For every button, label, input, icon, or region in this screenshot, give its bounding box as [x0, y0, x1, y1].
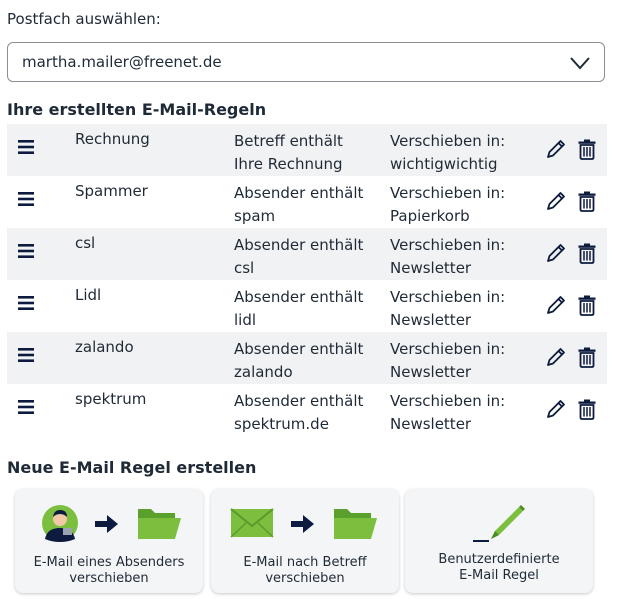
rule-condition-type: Absender enthält [234, 184, 364, 202]
pencil-icon[interactable] [545, 398, 567, 420]
rule-name: spektrum [75, 390, 147, 408]
drag-handle-icon[interactable] [17, 346, 35, 364]
rule-condition-value: Ihre Rechnung [234, 155, 343, 173]
rule-action: Verschieben in: wichtigwichtig [390, 130, 505, 176]
card-label-line: verschieben [265, 571, 345, 586]
rule-condition-value: spam [234, 207, 276, 225]
rule-action: Verschieben in: Papierkorb [390, 182, 505, 228]
arrow-right-icon [95, 515, 118, 533]
drag-handle-icon[interactable] [17, 138, 35, 156]
rule-row: Rechnung Betreff enthält Ihre Rechnung Ve… [7, 124, 607, 176]
custom-rule-card[interactable]: Benutzerdefinierte E-Mail Regel [405, 489, 593, 593]
rule-condition: Betreff enthält Ihre Rechnung [234, 130, 343, 176]
rule-action-target: Newsletter [390, 363, 472, 381]
mail-to-folder-illustration [230, 508, 377, 539]
pen-icon [473, 505, 525, 542]
rule-row: csl Absender enthält csl Verschieben in: N… [7, 228, 607, 280]
rules-section-title: Ihre erstellten E-Mail-Regeln [7, 100, 267, 119]
rule-action-target: Papierkorb [390, 207, 470, 225]
rule-row: zalando Absender enthält zalando Verschie… [7, 332, 607, 384]
trash-icon[interactable] [576, 242, 598, 264]
rule-condition-type: Absender enthält [234, 236, 364, 254]
rule-condition-value: spektrum.de [234, 415, 329, 433]
pencil-icon[interactable] [545, 242, 567, 264]
rules-list: Rechnung Betreff enthält Ihre Rechnung Ve… [7, 124, 607, 436]
card-label-line: E-Mail eines Absenders [33, 555, 185, 570]
rule-condition-value: zalando [234, 363, 293, 381]
rule-condition-value: csl [234, 259, 255, 277]
drag-handle-icon[interactable] [17, 190, 35, 208]
trash-icon[interactable] [576, 190, 598, 212]
mailbox-label: Postfach auswählen: [7, 10, 161, 28]
card-label: E-Mail eines Absenders verschieben [15, 555, 203, 587]
envelope-icon [230, 508, 274, 538]
card-label: E-Mail nach Betreff verschieben [211, 555, 399, 587]
pencil-icon[interactable] [545, 346, 567, 368]
trash-icon[interactable] [576, 138, 598, 160]
rule-action: Verschieben in: Newsletter [390, 390, 505, 436]
rule-action-type: Verschieben in: [390, 392, 506, 410]
rule-action-target: Newsletter [390, 311, 472, 329]
chevron-down-icon [570, 57, 590, 70]
trash-icon[interactable] [576, 398, 598, 420]
rule-condition-type: Absender enthält [234, 392, 364, 410]
pencil-icon[interactable] [545, 190, 567, 212]
folder-icon [138, 509, 181, 539]
new-rule-cards: E-Mail eines Absenders verschieben E-Mai… [15, 489, 595, 594]
rule-action-type: Verschieben in: [390, 132, 506, 150]
rule-name: Rechnung [75, 130, 150, 148]
drag-handle-icon[interactable] [17, 398, 35, 416]
rule-action-type: Verschieben in: [390, 288, 506, 306]
pencil-icon[interactable] [545, 294, 567, 316]
folder-icon [334, 509, 377, 539]
rule-name: csl [75, 234, 96, 252]
rule-action-type: Verschieben in: [390, 340, 506, 358]
rule-condition: Absender enthält spektrum.de [234, 390, 363, 436]
rule-condition: Absender enthält zalando [234, 338, 363, 384]
trash-icon[interactable] [576, 346, 598, 368]
pencil-icon[interactable] [545, 138, 567, 160]
mailbox-select[interactable]: martha.mailer@freenet.de [7, 42, 605, 82]
rule-condition: Absender enthält lidl [234, 286, 363, 332]
trash-icon[interactable] [576, 294, 598, 316]
rule-name: Lidl [75, 286, 102, 304]
rule-condition-type: Absender enthält [234, 340, 364, 358]
rule-row: Spammer Absender enthält spam Verschieben… [7, 176, 607, 228]
sender-rule-card[interactable]: E-Mail eines Absenders verschieben [15, 489, 203, 593]
rule-condition-type: Absender enthält [234, 288, 364, 306]
rule-action: Verschieben in: Newsletter [390, 286, 505, 332]
rule-action: Verschieben in: Newsletter [390, 338, 505, 384]
subject-rule-card[interactable]: E-Mail nach Betreff verschieben [211, 489, 399, 593]
drag-handle-icon[interactable] [17, 242, 35, 260]
rule-action-type: Verschieben in: [390, 236, 506, 254]
new-rule-section-title: Neue E-Mail Regel erstellen [7, 458, 257, 477]
person-avatar-icon [42, 505, 78, 542]
rule-condition-type: Betreff enthält [234, 132, 343, 150]
rule-action: Verschieben in: Newsletter [390, 234, 505, 280]
rule-condition-value: lidl [234, 311, 257, 329]
rule-condition: Absender enthält spam [234, 182, 363, 228]
drag-handle-icon[interactable] [17, 294, 35, 312]
rule-name: zalando [75, 338, 134, 356]
card-label-line: E-Mail Regel [459, 568, 539, 583]
card-label-line: E-Mail nach Betreff [243, 555, 367, 570]
mailbox-selected-value: martha.mailer@freenet.de [22, 53, 222, 71]
card-label-line: Benutzerdefinierte [438, 552, 560, 567]
sender-to-folder-illustration [42, 505, 181, 542]
rule-condition: Absender enthält csl [234, 234, 363, 280]
rule-row: Lidl Absender enthält lidl Verschieben in… [7, 280, 607, 332]
rule-action-type: Verschieben in: [390, 184, 506, 202]
rule-action-target: Newsletter [390, 259, 472, 277]
rule-row: spektrum Absender enthält spektrum.de Ver… [7, 384, 607, 436]
rule-action-target: Newsletter [390, 415, 472, 433]
rule-name: Spammer [75, 182, 148, 200]
rule-action-target: wichtigwichtig [390, 155, 498, 173]
arrow-right-icon [291, 515, 314, 533]
pen-illustration [473, 505, 525, 542]
card-label-line: verschieben [69, 571, 149, 586]
card-label: Benutzerdefinierte E-Mail Regel [405, 552, 593, 584]
